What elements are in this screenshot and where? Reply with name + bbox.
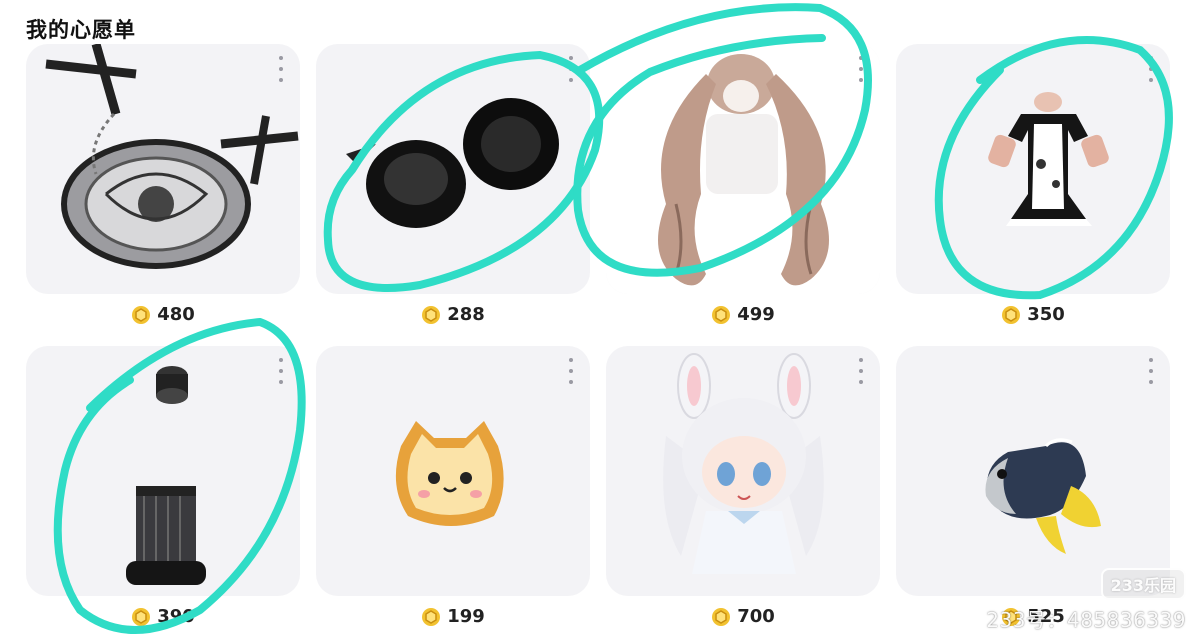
item-price: 199: [316, 606, 590, 627]
price-value: 288: [447, 304, 485, 325]
price-value: 499: [737, 304, 775, 325]
coin-icon: [712, 305, 731, 324]
item-thumbnail[interactable]: [316, 346, 590, 596]
more-options-icon[interactable]: [854, 56, 868, 82]
item-thumbnail[interactable]: [896, 44, 1170, 294]
more-options-icon[interactable]: [564, 358, 578, 384]
wishlist-item[interactable]: 350: [896, 44, 1170, 325]
maid-dress-image: [988, 92, 1109, 226]
price-value: 480: [157, 304, 195, 325]
item-thumbnail[interactable]: [896, 346, 1170, 596]
item-thumbnail[interactable]: [26, 44, 300, 294]
item-price: 350: [896, 304, 1170, 325]
coin-icon: [132, 607, 151, 626]
coin-icon: [712, 607, 731, 626]
wishlist-item[interactable]: 525: [896, 346, 1170, 627]
watermark-logo: 233乐园: [1100, 568, 1186, 600]
coin-icon: [1002, 305, 1021, 324]
more-options-icon[interactable]: [274, 358, 288, 384]
price-value: 700: [737, 606, 775, 627]
platform-boots-image: [126, 366, 206, 585]
item-thumbnail[interactable]: [606, 346, 880, 596]
wishlist-item[interactable]: 390: [26, 346, 300, 627]
fish-pet-image: [985, 438, 1101, 554]
fur-ears-image: [346, 98, 559, 228]
toast-cat-image: [395, 421, 504, 526]
price-value: 390: [157, 606, 195, 627]
wishlist-item[interactable]: 199: [316, 346, 590, 627]
watermark-id: 233号：485836339: [986, 608, 1186, 632]
more-options-icon[interactable]: [1144, 56, 1158, 82]
item-price: 390: [26, 606, 300, 627]
wishlist-item[interactable]: 499: [606, 44, 880, 325]
item-thumbnail[interactable]: [606, 44, 880, 294]
wishlist-item[interactable]: 288: [316, 44, 590, 325]
price-value: 350: [1027, 304, 1065, 325]
price-value: 199: [447, 606, 485, 627]
coin-icon: [132, 305, 151, 324]
bunny-girl-image: [663, 353, 824, 574]
page-title: 我的心愿单: [26, 18, 136, 42]
item-price: 480: [26, 304, 300, 325]
more-options-icon[interactable]: [854, 358, 868, 384]
coin-icon: [422, 607, 441, 626]
item-price: 288: [316, 304, 590, 325]
wishlist-item[interactable]: 700: [606, 346, 880, 627]
item-thumbnail[interactable]: [26, 346, 300, 596]
more-options-icon[interactable]: [1144, 358, 1158, 384]
twin-tail-hair-image: [606, 44, 880, 294]
wishlist-item[interactable]: 480: [26, 44, 300, 325]
item-price: 499: [606, 304, 880, 325]
skull-plate-image: [45, 44, 299, 269]
item-thumbnail[interactable]: [316, 44, 590, 294]
more-options-icon[interactable]: [564, 56, 578, 82]
item-price: 700: [606, 606, 880, 627]
coin-icon: [422, 305, 441, 324]
more-options-icon[interactable]: [274, 56, 288, 82]
